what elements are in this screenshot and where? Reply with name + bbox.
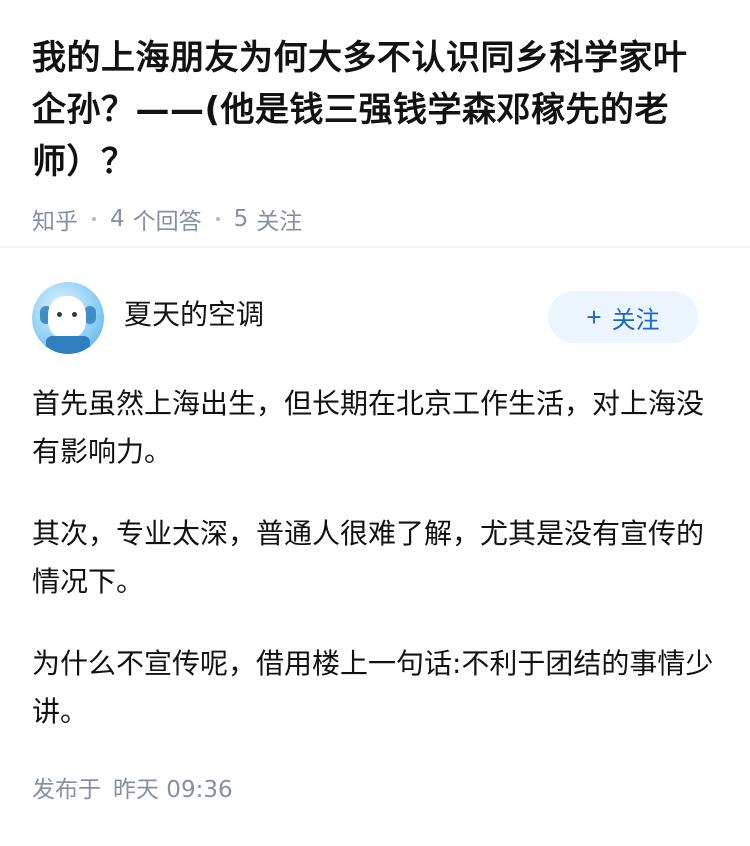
follow-button-label: 关注	[611, 306, 660, 334]
follow-count-label: 关注	[256, 209, 303, 235]
avatar-eye	[57, 312, 62, 317]
follow-button[interactable]: + 关注	[548, 291, 698, 343]
avatar[interactable]	[32, 282, 104, 354]
meta-separator	[215, 217, 220, 221]
avatar-face	[48, 296, 86, 338]
author-name[interactable]: 夏天的空调	[124, 293, 548, 333]
answer-paragraph: 其次，专业太深，普通人很难了解，尤其是没有宣传的情况下。	[32, 517, 705, 598]
answer-count: 4	[110, 206, 125, 232]
avatar-eye	[72, 312, 77, 317]
answer-card: 夏天的空调 + 关注 首先虽然上海出生，但长期在北京工作生活，对上海没有影响力。…	[0, 248, 750, 804]
answer-paragraph: 首先虽然上海出生，但长期在北京工作生活，对上海没有影响力。	[32, 387, 705, 468]
source-label[interactable]: 知乎	[32, 202, 78, 236]
meta-separator	[92, 217, 96, 221]
question-meta: 知乎 4 个回答 5 关注	[32, 202, 718, 236]
author-row: 夏天的空调 + 关注	[32, 282, 718, 354]
plus-icon: +	[586, 301, 602, 332]
answer-paragraph: 为什么不宣传呢，借用楼上一句话:不利于团结的事情少讲。	[32, 647, 714, 728]
answer-content: 首先虽然上海出生，但长期在北京工作生活，对上海没有影响力。 其次，专业太深，普通…	[32, 380, 718, 736]
answer-count-label[interactable]: 个回答	[133, 202, 202, 236]
question-header: 我的上海朋友为何大多不认识同乡科学家叶企孙？——(他是钱三强钱学森邓稼先的老师）…	[0, 0, 750, 248]
publish-info: 发布于 昨天 09:36	[32, 770, 718, 804]
publish-label: 发布于	[32, 777, 101, 803]
question-title[interactable]: 我的上海朋友为何大多不认识同乡科学家叶企孙？——(他是钱三强钱学森邓稼先的老师）…	[32, 32, 718, 188]
avatar-collar	[46, 336, 90, 354]
publish-time: 昨天 09:36	[113, 777, 233, 803]
follow-count: 5	[233, 206, 249, 232]
